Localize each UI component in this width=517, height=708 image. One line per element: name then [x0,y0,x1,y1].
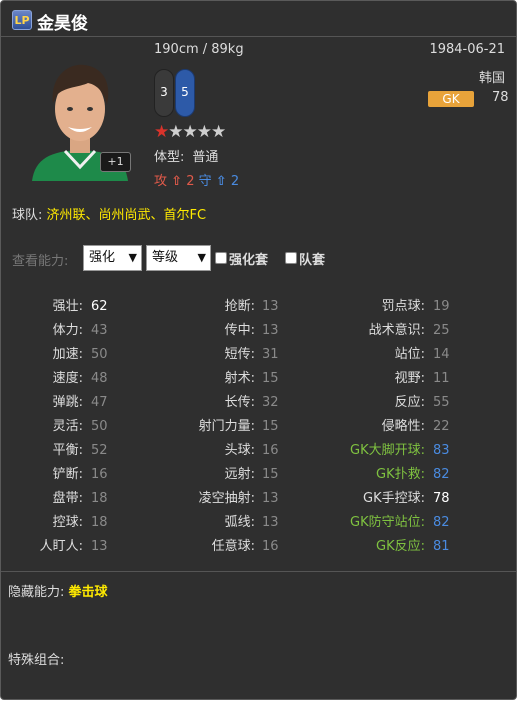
position-badge: GK [428,91,474,107]
stat-value: 25 [433,323,450,338]
stat-value: 19 [433,299,450,314]
stat-label: 视野: [394,371,425,386]
stat-row: GK扑救: 82 [1,465,517,485]
stat-value: 82 [433,515,450,530]
card-header: LP 金昊俊 [1,1,516,37]
upgrade-badge: +1 [100,152,131,172]
enhance-select-value: 强化 [89,250,116,265]
attack-label: 攻 [154,174,168,189]
nation: 韩国 [478,71,505,86]
stat-value: 83 [433,443,450,458]
enhance-set-label[interactable]: 强化套 [229,249,268,268]
stat-row: 罚点球: 19 [1,297,517,317]
defense-value: 2 [230,174,240,189]
hidden-ability-value: 拳击球 [68,585,108,600]
stat-row: GK大脚开球: 83 [1,441,517,461]
team-set-label[interactable]: 队套 [299,249,325,268]
stat-row: 反应: 55 [1,393,517,413]
stat-label: 反应: [394,395,425,410]
body-type: 体型: 普通 [154,146,218,165]
stat-label: 罚点球: [381,299,425,314]
star-empty-icon: ★ [211,122,226,142]
enhance-select[interactable]: 强化 ▼ [83,245,142,271]
hidden-ability-label: 隐藏能力: [8,585,65,600]
team-value: 济州联、尚州尚武、首尔FC [46,208,207,223]
stat-label: GK手控球: [363,491,425,506]
star-filled-icon: ★ [154,122,169,142]
defense-arrow-icon: ⇧ [215,174,227,189]
view-controls: 查看能力: 强化 ▼ 等级 ▼ 强化套 队套 [12,245,512,271]
divider [1,571,516,572]
skill-stars: ★★★★★ [154,122,226,142]
view-label: 查看能力: [12,254,69,269]
stat-label: 站位: [394,347,425,362]
birthdate: 1984-06-21 [429,42,505,57]
stat-label: 战术意识: [368,323,425,338]
stat-label: GK反应: [376,539,425,554]
stat-row: 侵略性: 22 [1,417,517,437]
player-card: LP 金昊俊 +1 190cm / 89kg 1984-06-21 韩国 GK … [0,0,517,700]
body-type-label: 体型: [154,150,185,165]
stat-value: 22 [433,419,450,434]
stat-value: 55 [433,395,450,410]
level-select[interactable]: 等级 ▼ [146,245,211,271]
dropdown-arrow-icon: ▼ [128,251,137,264]
team-label: 球队: [12,208,43,223]
stat-value: 81 [433,539,450,554]
star-empty-icon: ★ [168,122,183,142]
team-set-checkbox[interactable] [285,252,297,264]
dropdown-arrow-icon: ▼ [197,251,206,264]
stat-label: 侵略性: [381,419,425,434]
attack-value: 2 [186,174,195,189]
star-empty-icon: ★ [196,122,212,142]
hidden-ability-row: 隐藏能力: 拳击球 [8,581,108,600]
stat-label: GK大脚开球: [350,443,425,458]
height-weight: 190cm / 89kg [154,42,244,57]
stat-row: 战术意识: 25 [1,321,517,341]
player-name: 金昊俊 [37,14,88,34]
attack-arrow-icon: ⇧ [171,174,183,189]
stat-row: 站位: 14 [1,345,517,365]
defense-label: 守 [198,174,212,189]
right-foot-rating: 5 [181,85,189,99]
stat-row: 视野: 11 [1,369,517,389]
stat-value: 14 [433,347,450,362]
body-type-value: 普通 [192,150,219,165]
stat-value: 78 [433,491,450,506]
stat-row: GK防守站位: 82 [1,513,517,533]
stat-value: 82 [433,467,450,482]
stat-row: GK手控球: 78 [1,489,517,509]
left-foot-rating: 3 [160,85,168,99]
lp-logo-icon: LP [12,10,32,30]
work-rate: 攻 ⇧ 2 守 ⇧ 2 [154,170,239,189]
stat-row: GK反应: 81 [1,537,517,557]
team-row: 球队: 济州联、尚州尚武、首尔FC [12,204,206,223]
stat-label: GK扑救: [376,467,425,482]
special-combo-label: 特殊组合: [8,653,65,668]
stat-value: 11 [433,371,450,386]
level-select-value: 等级 [152,250,179,265]
stat-label: GK防守站位: [350,515,425,530]
enhance-set-checkbox[interactable] [215,252,227,264]
position-rating: 78 [492,90,509,105]
star-empty-icon: ★ [182,122,198,142]
